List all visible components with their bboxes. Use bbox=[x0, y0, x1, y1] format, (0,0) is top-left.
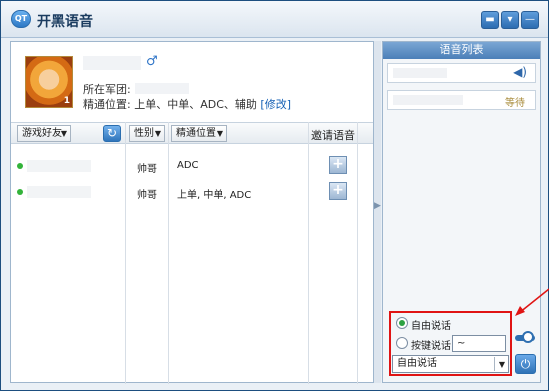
online-status-icon bbox=[17, 163, 23, 169]
friend-positions: ADC bbox=[177, 160, 199, 171]
plus-icon: + bbox=[332, 156, 344, 172]
position-column-dropdown[interactable]: 精通位置 ▼ bbox=[171, 125, 227, 142]
minimize-button[interactable]: — bbox=[521, 11, 539, 29]
waiting-status: 等待 bbox=[505, 98, 525, 109]
player-name-redacted bbox=[83, 56, 141, 70]
online-status-icon bbox=[17, 189, 23, 195]
friends-panel: 1 ♂ 所在军团: 精通位置: 上单、中单、ADC、辅助 [修改] 游戏好友 ▼ … bbox=[10, 41, 374, 384]
gender-column-dropdown[interactable]: 性别 ▼ bbox=[129, 125, 165, 142]
profile-card: 1 ♂ 所在军团: 精通位置: 上单、中单、ADC、辅助 [修改] bbox=[11, 42, 373, 120]
table-row[interactable]: 帅哥 上单, 中单, ADC + bbox=[11, 180, 373, 206]
level-badge: 1 bbox=[63, 96, 70, 106]
avatar[interactable]: 1 bbox=[25, 56, 73, 108]
friend-filter-label: 游戏好友 bbox=[22, 128, 62, 139]
app-title: 开黑语音 bbox=[37, 14, 93, 30]
voice-user-redacted bbox=[393, 68, 447, 78]
team-line: 所在军团: bbox=[83, 81, 189, 97]
voice-list-title: 语音列表 bbox=[383, 42, 540, 59]
refresh-icon: ↻ bbox=[106, 126, 118, 140]
team-label: 所在军团: bbox=[83, 83, 131, 96]
power-button[interactable]: ⏻ bbox=[515, 354, 536, 374]
annotation-arrow-icon bbox=[515, 288, 549, 316]
invite-voice-button[interactable]: + bbox=[329, 156, 347, 174]
volume-slider-handle[interactable] bbox=[522, 331, 534, 343]
gender-column-label: 性别 bbox=[134, 128, 154, 139]
friend-name-redacted bbox=[27, 160, 91, 172]
chevron-down-icon: ▼ bbox=[60, 129, 67, 138]
friend-gender: 帅哥 bbox=[137, 164, 157, 175]
chat-bubble-button[interactable]: ▬ bbox=[481, 11, 499, 29]
male-icon: ♂ bbox=[146, 54, 158, 69]
friend-gender: 帅哥 bbox=[137, 190, 157, 201]
annotation-highlight-box bbox=[389, 311, 512, 376]
position-column-label: 精通位置 bbox=[176, 128, 216, 139]
panel-splitter[interactable]: ▶ bbox=[374, 41, 381, 383]
table-row[interactable]: 帅哥 ADC + bbox=[11, 154, 373, 180]
position-line: 精通位置: 上单、中单、ADC、辅助 [修改] bbox=[83, 96, 291, 112]
titlebar: QT 开黑语音 ▬ ▾ — bbox=[1, 1, 548, 38]
app-window: QT 开黑语音 ▬ ▾ — 1 ♂ 所在军团: 精通位置: 上单、中单、ADC、… bbox=[0, 0, 549, 391]
team-name-redacted bbox=[134, 83, 189, 94]
voice-list-item[interactable]: 等待 bbox=[387, 90, 536, 110]
friends-table-header: 游戏好友 ▼ ↻ 性别 ▼ 精通位置 ▼ 邀请语音 bbox=[11, 122, 373, 144]
speaker-icon: ◀) bbox=[513, 65, 527, 79]
chevron-down-icon: ▼ bbox=[154, 129, 161, 138]
position-label: 精通位置: bbox=[83, 98, 131, 111]
edit-position-link[interactable]: [修改] bbox=[260, 98, 291, 111]
invite-column-header: 邀请语音 bbox=[311, 129, 355, 142]
app-logo-icon: QT bbox=[11, 10, 31, 28]
friend-positions: 上单, 中单, ADC bbox=[177, 190, 252, 201]
friend-filter-dropdown[interactable]: 游戏好友 ▼ bbox=[17, 125, 71, 142]
power-icon: ⏻ bbox=[520, 357, 531, 371]
chevron-down-icon: ▼ bbox=[216, 129, 223, 138]
menu-dropdown-button[interactable]: ▾ bbox=[501, 11, 519, 29]
plus-icon: + bbox=[332, 182, 344, 198]
voice-user-redacted bbox=[393, 95, 463, 105]
expand-arrow-icon[interactable]: ▶ bbox=[374, 201, 381, 211]
voice-list-item[interactable]: ◀) bbox=[387, 63, 536, 83]
invite-voice-button[interactable]: + bbox=[329, 182, 347, 200]
friend-name-redacted bbox=[27, 186, 91, 198]
position-values: 上单、中单、ADC、辅助 bbox=[134, 98, 257, 111]
refresh-button[interactable]: ↻ bbox=[103, 125, 121, 142]
